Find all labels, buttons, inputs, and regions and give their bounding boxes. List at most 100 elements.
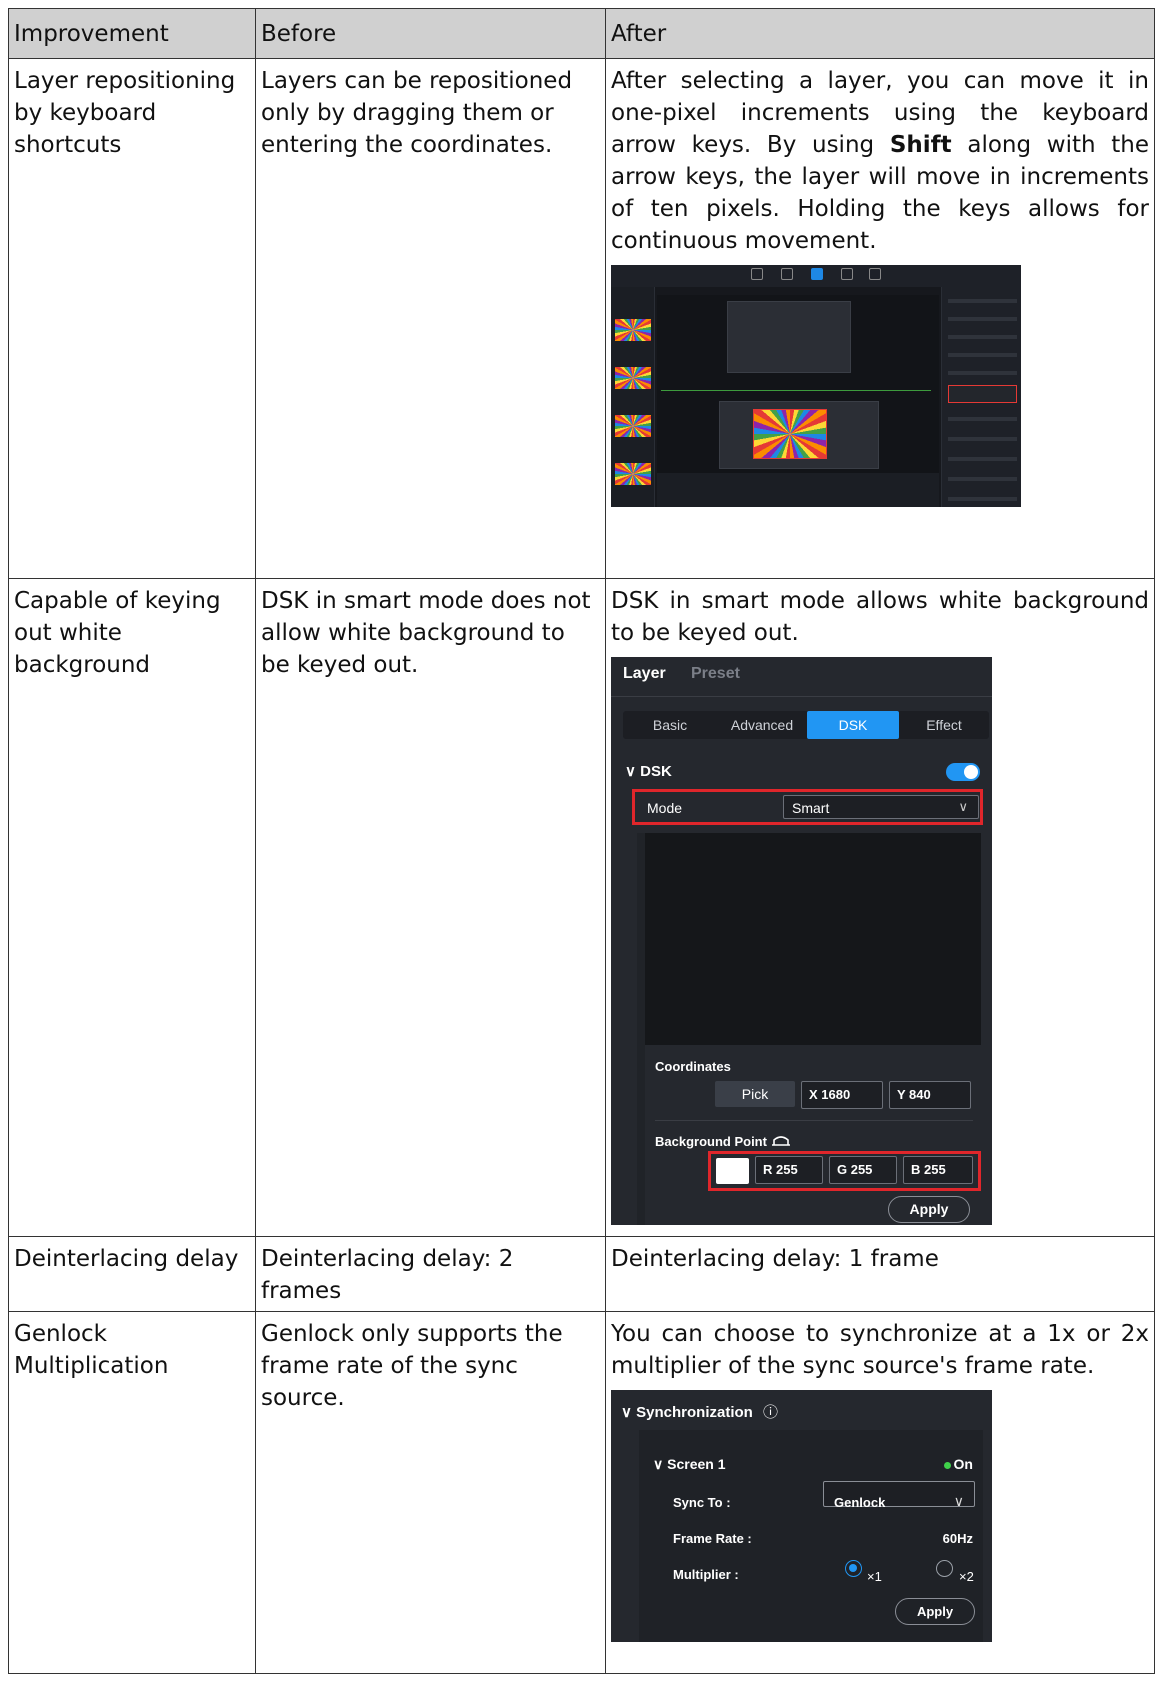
source-thumbnail [615,319,651,341]
dsk-toggle[interactable] [946,763,980,781]
property-row [948,335,1017,339]
property-row [948,497,1017,501]
property-row [948,437,1017,441]
tab-layer[interactable]: Layer [623,665,666,683]
background-point-label: Background Point [655,1133,791,1151]
x-coordinate-field[interactable]: X 1680 [801,1081,883,1109]
after-cell: Deinterlacing delay: 1 frame [605,1236,1155,1312]
property-row [948,477,1017,481]
color-swatch[interactable] [716,1158,749,1184]
app-screenshot [611,265,1021,507]
multiplier-x1-radio[interactable] [845,1560,862,1577]
property-row [948,353,1017,357]
sync-to-label: Sync To : [673,1495,731,1510]
apply-button[interactable]: Apply [888,1196,970,1223]
info-icon[interactable]: ⓘ [763,1404,778,1421]
sync-panel-screenshot: ∨ Synchronization ⓘ ∨ Screen 1 On Sync T… [611,1390,992,1642]
toolbar-icon [781,268,793,280]
shift-key-text: Shift [889,132,952,158]
table-row: Genlock Multiplication Genlock only supp… [8,1311,1155,1674]
source-thumbnail [615,415,651,437]
after-text: DSK in smart mode allows white backgroun… [611,588,1149,646]
mode-value: Smart [792,800,830,816]
pick-button[interactable]: Pick [715,1081,795,1107]
after-cell: You can choose to synchronize at a 1x or… [605,1311,1155,1674]
b-field[interactable]: B 255 [903,1156,973,1184]
table-row: Deinterlacing delay Deinterlacing delay:… [8,1236,1155,1312]
sync-to-select[interactable]: Genlock ∨ [823,1481,975,1510]
reset-icon[interactable] [771,1135,791,1147]
rgb-highlight: R 255 G 255 B 255 [708,1151,981,1191]
after-cell: After selecting a layer, you can move it… [605,58,1155,579]
source-thumbnail [615,367,651,389]
mode-select[interactable]: Smart ∨ [783,795,979,819]
mode-label: Mode [647,800,683,816]
tab-basic[interactable]: Basic [623,711,717,739]
divider [655,1120,973,1121]
table-row: Layer repositioning by keyboard shortcut… [8,58,1155,579]
key-preview [645,833,981,1045]
toolbar-icon [751,268,763,280]
coordinates-label: Coordinates [655,1059,731,1074]
chevron-down-icon: ∨ [653,1456,664,1472]
header-improvement: Improvement [8,8,256,59]
toolbar-icon [869,268,881,280]
improvement-cell: Genlock Multiplication [8,1311,256,1674]
property-row [948,417,1017,421]
tab-advanced[interactable]: Advanced [717,711,807,739]
selected-layer[interactable] [753,409,827,459]
tab-dsk[interactable]: DSK [807,711,899,739]
tab-preset[interactable]: Preset [691,665,740,683]
dsk-section-title: DSK [640,763,672,780]
app-toolbar [611,265,1021,287]
status-text: On [953,1456,973,1472]
chevron-down-icon: ∨ [958,799,968,814]
chevron-down-icon: ∨ [625,763,636,780]
multiplier-x2-label: ×2 [959,1569,974,1584]
property-row [948,299,1017,303]
section-indent-bar [637,833,645,1225]
dsk-panel-screenshot: Layer Preset Basic Advanced DSK Effect ∨… [611,657,992,1225]
subtab-bar: Basic Advanced DSK Effect [623,711,989,739]
multiplier-x2-radio[interactable] [936,1560,953,1577]
sync-title: Synchronization [636,1404,753,1421]
improvement-cell: Capable of keying out white background [8,578,256,1237]
chevron-down-icon: ∨ [953,1493,964,1509]
tab-effect[interactable]: Effect [899,711,989,739]
table-header-row: Improvement Before After [8,8,1155,59]
header-after: After [605,8,1155,59]
app-bottom-bar [657,473,939,507]
frame-rate-value: 60Hz [942,1531,973,1546]
chevron-down-icon: ∨ [621,1404,632,1421]
properties-panel [941,287,1021,507]
screen-label: Screen 1 [667,1456,726,1472]
input-source-list [611,287,655,507]
property-row [948,457,1017,461]
apply-button[interactable]: Apply [895,1598,975,1625]
dsk-section-header[interactable]: ∨ DSK [625,763,672,781]
screen-group: ∨ Screen 1 On Sync To : Genlock ∨ Frame … [639,1430,983,1642]
property-row [948,317,1017,321]
frame-rate-label: Frame Rate : [673,1531,752,1546]
screen-header[interactable]: ∨ Screen 1 [653,1448,726,1480]
background-point-text: Background Point [655,1134,767,1149]
g-field[interactable]: G 255 [829,1156,897,1184]
before-cell: DSK in smart mode does not allow white b… [255,578,606,1237]
status-dot-icon [943,1461,951,1469]
header-before: Before [255,8,606,59]
panel-header: Layer Preset [611,657,992,697]
sync-section-header[interactable]: ∨ Synchronization ⓘ [621,1397,778,1429]
preview-screen [727,301,851,373]
position-size-highlight [948,385,1017,403]
r-field[interactable]: R 255 [755,1156,823,1184]
multiplier-x1-label: ×1 [867,1569,882,1584]
source-thumbnail [615,463,651,485]
y-coordinate-field[interactable]: Y 840 [889,1081,971,1109]
property-row [948,371,1017,375]
comparison-table: Improvement Before After Layer repositio… [8,8,1155,1674]
before-cell: Layers can be repositioned only by dragg… [255,58,606,579]
improvement-cell: Deinterlacing delay [8,1236,256,1312]
before-cell: Genlock only supports the frame rate of … [255,1311,606,1674]
screen-divider-line [661,390,931,391]
after-text: After selecting a layer, you can move it… [611,65,1149,257]
